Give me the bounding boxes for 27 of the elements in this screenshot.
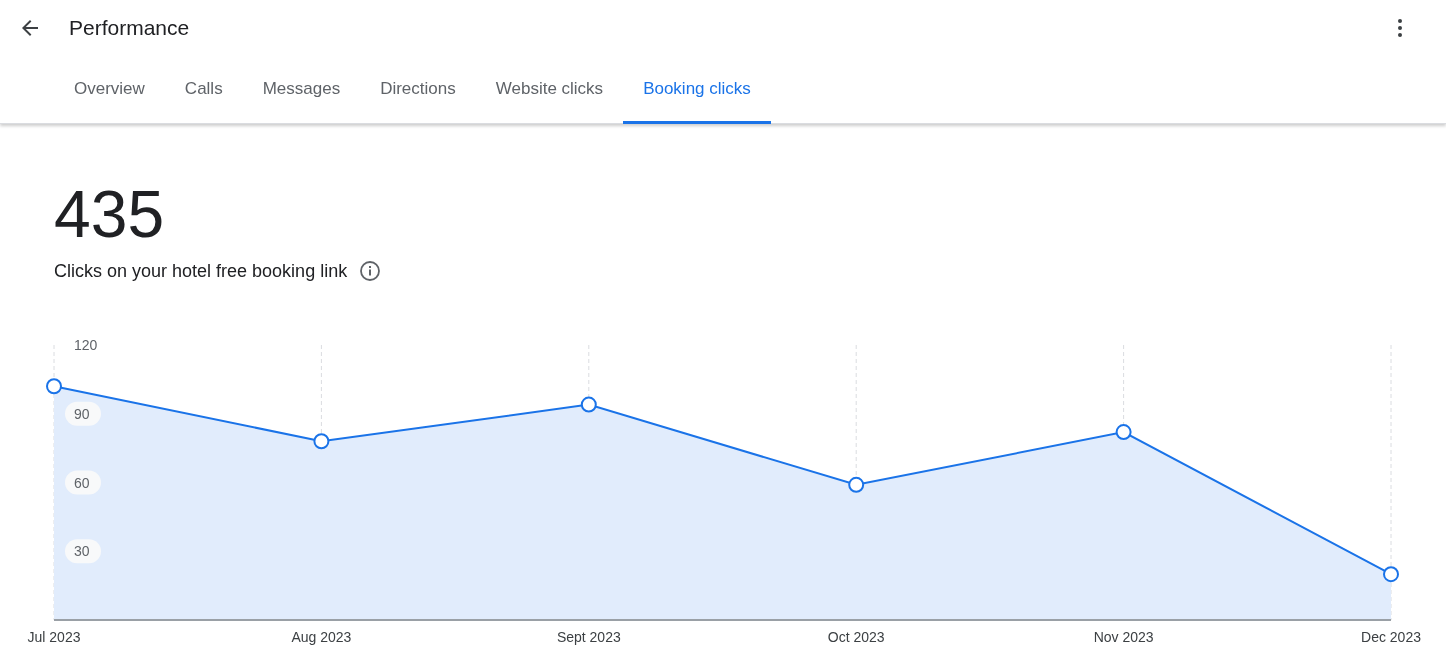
data-point[interactable]	[46, 378, 62, 395]
x-tick-label: Dec 2023	[1361, 629, 1421, 645]
info-icon[interactable]	[359, 260, 382, 282]
more-options-icon[interactable]	[1398, 19, 1402, 37]
page-title: Performance	[69, 16, 191, 40]
x-tick-label: Oct 2023	[827, 629, 885, 645]
metric-value: 435	[54, 176, 166, 252]
data-point[interactable]	[1383, 566, 1399, 583]
y-tick-label: 60	[74, 474, 90, 491]
x-tick-label: Nov 2023	[1093, 629, 1154, 645]
data-point[interactable]	[1115, 424, 1132, 441]
x-tick-label: Aug 2023	[291, 629, 352, 645]
x-tick-label: Jul 2023	[27, 629, 81, 645]
y-tick-label: 120	[74, 337, 98, 353]
y-tick-label: 30	[74, 543, 90, 560]
metric-description: Clicks on your hotel free booking link	[54, 260, 348, 282]
tab[interactable]: Booking clicks	[623, 56, 771, 124]
y-tick-label: 90	[74, 405, 90, 422]
data-point[interactable]	[313, 433, 330, 450]
tab[interactable]: Directions	[360, 56, 476, 124]
tab[interactable]: Calls	[164, 56, 243, 124]
data-point[interactable]	[848, 476, 865, 493]
data-point[interactable]	[580, 396, 597, 413]
tab[interactable]: Website clicks	[475, 56, 624, 124]
tab[interactable]: Messages	[242, 56, 361, 124]
x-tick-label: Sept 2023	[556, 629, 621, 645]
tab[interactable]: Overview	[54, 56, 165, 124]
